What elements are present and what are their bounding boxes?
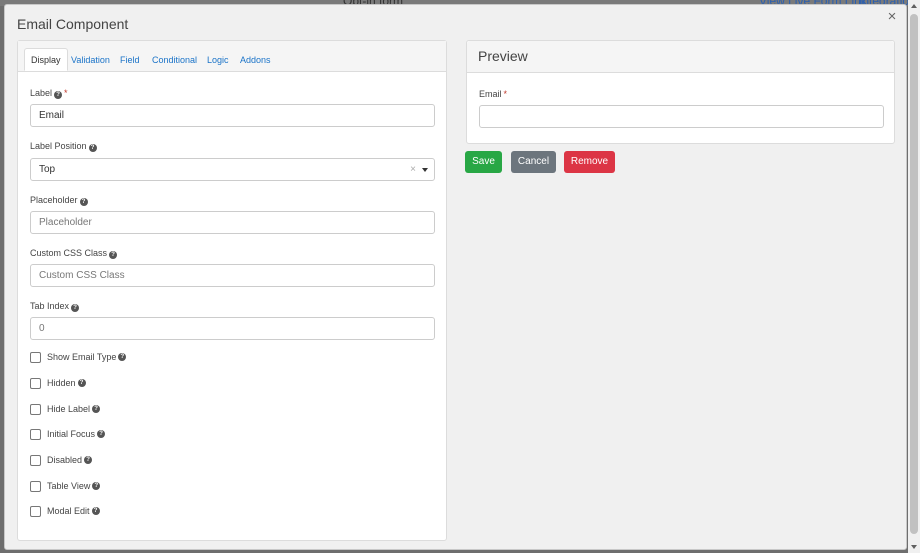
tab-validation[interactable]: Validation (65, 49, 116, 72)
label-position-select[interactable]: Top × (30, 158, 435, 181)
help-icon: ? (118, 353, 127, 361)
vertical-scrollbar[interactable] (908, 0, 920, 553)
tab-index-input[interactable]: 0 (30, 317, 435, 340)
edit-panel: Display Validation Field Conditional Log… (17, 40, 447, 541)
hide-label-checkbox[interactable] (30, 403, 41, 415)
placeholder-title: Placeholder? (30, 195, 88, 206)
disabled-checkbox[interactable] (30, 454, 41, 466)
tab-field[interactable]: Field (114, 49, 146, 72)
tab-logic[interactable]: Logic (201, 49, 235, 72)
label-input[interactable]: Email (30, 104, 435, 127)
disabled-option[interactable]: Disabled? (30, 454, 93, 466)
custom-css-input[interactable]: Custom CSS Class (30, 264, 435, 287)
placeholder-input[interactable]: Placeholder (30, 211, 435, 234)
hide-label-option[interactable]: Hide Label? (30, 403, 101, 415)
cancel-button[interactable]: Cancel (511, 151, 556, 173)
modal-edit-checkbox[interactable] (30, 505, 41, 517)
help-icon: ? (92, 405, 101, 413)
hidden-option[interactable]: Hidden? (30, 377, 86, 389)
preview-email-label: Email * (479, 89, 508, 99)
tab-addons[interactable]: Addons (234, 49, 277, 72)
help-icon: ? (54, 91, 63, 99)
modal-title: Email Component (17, 16, 129, 32)
help-icon: ? (92, 482, 101, 490)
label-position-value: Top (39, 164, 56, 175)
help-icon: ? (97, 430, 106, 438)
close-icon[interactable]: × (884, 9, 900, 25)
tab-conditional[interactable]: Conditional (146, 49, 203, 72)
label-position-title: Label Position? (30, 141, 97, 152)
tab-display[interactable]: Display (24, 48, 68, 71)
scroll-down-icon[interactable] (911, 545, 917, 549)
modal-edit-option[interactable]: Modal Edit? (30, 505, 100, 517)
tab-index-title: Tab Index? (30, 301, 80, 312)
initial-focus-checkbox[interactable] (30, 428, 41, 440)
save-button[interactable]: Save (465, 151, 502, 173)
scroll-up-icon[interactable] (911, 4, 917, 8)
help-icon: ? (71, 304, 80, 312)
custom-css-title: Custom CSS Class? (30, 248, 118, 259)
show-email-type-checkbox[interactable] (30, 351, 41, 363)
preview-panel: Preview Email * (466, 40, 895, 144)
help-icon: ? (79, 198, 88, 206)
table-view-option[interactable]: Table View? (30, 480, 101, 492)
preview-email-input[interactable] (479, 105, 884, 128)
help-icon: ? (88, 144, 97, 152)
help-icon: ? (109, 251, 118, 259)
preview-title: Preview (478, 48, 528, 64)
table-view-checkbox[interactable] (30, 480, 41, 492)
initial-focus-option[interactable]: Initial Focus? (30, 428, 106, 440)
help-icon: ? (91, 507, 100, 515)
show-email-type-option[interactable]: Show Email Type? (30, 351, 127, 363)
hidden-checkbox[interactable] (30, 377, 41, 389)
email-component-modal: Email Component × Display Validation Fie… (4, 4, 907, 550)
clear-icon[interactable]: × (410, 159, 416, 180)
scroll-thumb[interactable] (910, 14, 918, 534)
chevron-down-icon[interactable] (422, 168, 428, 172)
required-mark: * (64, 88, 68, 98)
help-icon: ? (84, 456, 93, 464)
required-mark: * (503, 89, 508, 99)
tab-bar: Display Validation Field Conditional Log… (18, 41, 446, 72)
help-icon: ? (77, 379, 86, 387)
remove-button[interactable]: Remove (564, 151, 615, 173)
preview-header: Preview (467, 41, 894, 73)
label-field-title: Label? * (30, 88, 68, 99)
